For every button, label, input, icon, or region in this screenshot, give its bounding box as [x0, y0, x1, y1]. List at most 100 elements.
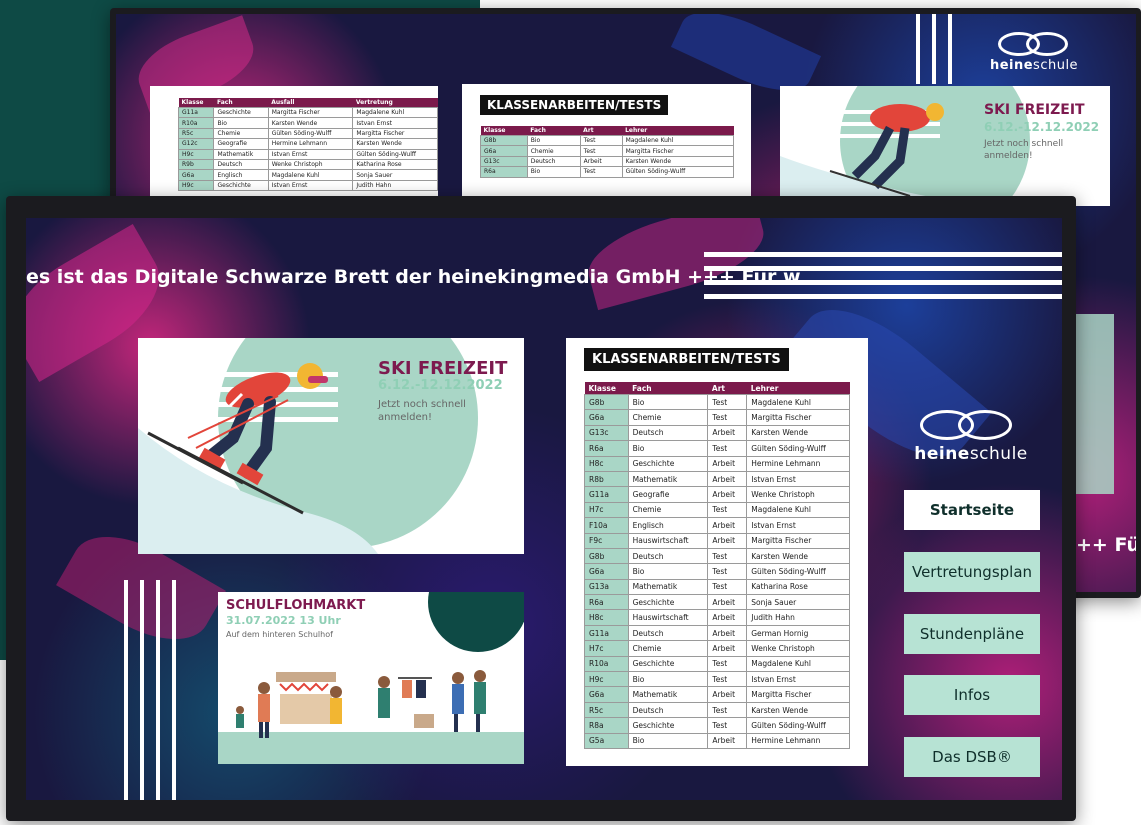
table-cell: Mathematik — [627, 578, 709, 596]
table-cell: H9c — [584, 671, 629, 688]
table-cell: Test — [707, 655, 748, 673]
table-cell: Deutsch — [627, 624, 709, 642]
heineschule-logo: heineschule — [910, 410, 1032, 464]
table-row: G13c Deutsch Arbeit Karsten Wende — [584, 424, 850, 442]
table-row: G11a Deutsch Arbeit German Hornig — [584, 624, 850, 642]
table-cell: R10a — [177, 117, 215, 129]
table-cell: Magdalene Kuhl — [621, 134, 735, 147]
table-row: G13c Deutsch Arbeit Karsten Wende — [480, 155, 735, 168]
table-row: R8b Mathematik Arbeit Istvan Ernst — [584, 470, 850, 488]
table-cell: Geschichte — [627, 455, 709, 472]
table-cell: Magdalene Kuhl — [746, 501, 850, 519]
table-cell: Karsten Wende — [352, 138, 438, 150]
table-cell: Chemie — [627, 640, 709, 657]
table-cell: R6a — [480, 166, 528, 178]
back-ticker: ++ Für — [1076, 534, 1136, 556]
nav-startseite-button[interactable]: Startseite — [904, 490, 1040, 530]
table-cell: G6a — [584, 686, 629, 703]
table-row: G12c Geografie Hermine Lehmann Karsten Wend… — [177, 138, 438, 150]
table-row: H9c Mathematik Istvan Ernst Gülten Söding-W… — [177, 148, 438, 160]
table-cell: H9c — [177, 179, 215, 192]
table-row: R6a Bio Test Gülten Söding-Wulff — [480, 166, 735, 178]
table-cell: Hauswirtschaft — [627, 532, 709, 549]
table-cell: Margitta Fischer — [746, 686, 850, 703]
table-cell: Hermine Lehmann — [746, 455, 850, 472]
table-row: G8b Bio Test Magdalene Kuhl — [584, 393, 850, 411]
table-cell: Judith Hahn — [352, 179, 438, 192]
table-cell: Englisch — [627, 517, 709, 534]
table-cell: G13a — [584, 578, 629, 596]
table-cell: Sonja Sauer — [746, 594, 850, 611]
schulflohmarkt-card[interactable]: SCHULFLOHMARKT 31.07.2022 13 Uhr Auf dem… — [218, 592, 524, 764]
table-cell: Magdalene Kuhl — [746, 393, 850, 411]
table-cell: Arbeit — [707, 424, 748, 442]
table-row: G11a Geografie Arbeit Wenke Christoph — [584, 486, 850, 503]
table-row: R9b Deutsch Wenke Christoph Katharina Rose — [177, 158, 438, 171]
table-cell: Karsten Wende — [746, 547, 850, 565]
table-row: G8b Bio Test Magdalene Kuhl — [480, 134, 735, 147]
table-cell: Test — [707, 440, 748, 457]
table-cell: G13c — [584, 424, 629, 442]
back-logo: heineschule — [984, 32, 1084, 73]
table-cell: Karsten Wende — [267, 117, 354, 129]
column-header: Lehrer — [746, 382, 850, 395]
ski-freizeit-card[interactable]: SKI FREIZEIT 6.12.-12.12.2022 Jetzt noch… — [138, 338, 524, 554]
table-cell: H8c — [584, 455, 629, 472]
column-header: Klasse — [480, 126, 528, 136]
table-row: G5a Bio Arbeit Hermine Lehmann — [584, 732, 850, 749]
klassenarbeiten-card[interactable]: KLASSENARBEITEN/TESTS Klasse Fach Art Lehre… — [566, 338, 868, 766]
table-cell: G11a — [584, 624, 629, 642]
skier-illustration — [138, 363, 378, 554]
table-cell: Arbeit — [707, 455, 748, 472]
table-cell: G11a — [584, 486, 629, 503]
table-row: R5c Chemie Gülten Söding-Wulff Margitta Fis… — [177, 127, 438, 140]
column-header: Klasse — [584, 382, 629, 395]
table-cell: Istvan Ernst — [267, 179, 354, 192]
nav-stundenplaene-button[interactable]: Stundenpläne — [904, 614, 1040, 654]
table-cell: G8b — [584, 547, 629, 565]
table-cell: Gülten Söding-Wulff — [746, 563, 850, 580]
table-cell: Hermine Lehmann — [267, 138, 354, 150]
table-cell: Gülten Söding-Wulff — [621, 166, 735, 178]
column-header: Klasse — [178, 98, 214, 108]
table-cell: Chemie — [627, 409, 709, 426]
front-display-screen: es ist das Digitale Schwarze Brett der h… — [6, 196, 1076, 821]
table-cell: Karsten Wende — [746, 701, 850, 719]
table-header-row: Klasse Fach Art Lehrer — [584, 382, 850, 395]
table-cell: Arbeit — [707, 624, 748, 642]
nav-vertretungsplan-button[interactable]: Vertretungsplan — [904, 552, 1040, 592]
table-cell: German Hornig — [746, 624, 850, 642]
table-cell: Deutsch — [213, 158, 269, 171]
table-row: F9c Hauswirtschaft Arbeit Margitta Fischer — [584, 532, 850, 549]
ski-date: 6.12.-12.12.2022 — [378, 378, 503, 393]
table-cell: Test — [707, 547, 748, 565]
table-cell: Mathematik — [213, 148, 269, 160]
table-cell: Istvan Ernst — [352, 117, 438, 129]
table-cell: Geschichte — [627, 594, 709, 611]
nav-dsb-button[interactable]: Das DSB® — [904, 737, 1040, 777]
column-header: Fach — [213, 98, 269, 108]
table-cell: G13c — [480, 155, 528, 168]
table-cell: Arbeit — [707, 686, 748, 703]
table-cell: Geografie — [627, 486, 709, 503]
table-cell: Hermine Lehmann — [746, 732, 850, 749]
nav-infos-button[interactable]: Infos — [904, 675, 1040, 715]
table-row: G6a Mathematik Arbeit Margitta Fischer — [584, 686, 850, 703]
table-cell: R5c — [584, 701, 629, 719]
column-header: Fach — [628, 382, 708, 395]
table-cell: Deutsch — [627, 547, 709, 565]
table-cell: G6a — [177, 169, 215, 181]
table-cell: Istvan Ernst — [267, 148, 354, 160]
table-cell: Magdalene Kuhl — [267, 169, 354, 181]
table-cell: Chemie — [213, 127, 269, 140]
table-cell: G6a — [480, 145, 528, 157]
table-cell: Arbeit — [707, 609, 748, 626]
table-row: H8c Hauswirtschaft Arbeit Judith Hahn — [584, 609, 850, 626]
skier-illustration — [780, 103, 980, 206]
horizontal-stripes — [704, 252, 1062, 299]
table-cell: R5c — [177, 127, 215, 140]
table-cell: R9b — [177, 158, 215, 171]
table-cell: Test — [579, 134, 623, 147]
table-cell: Bio — [627, 393, 709, 411]
table-cell: Istvan Ernst — [746, 517, 850, 534]
